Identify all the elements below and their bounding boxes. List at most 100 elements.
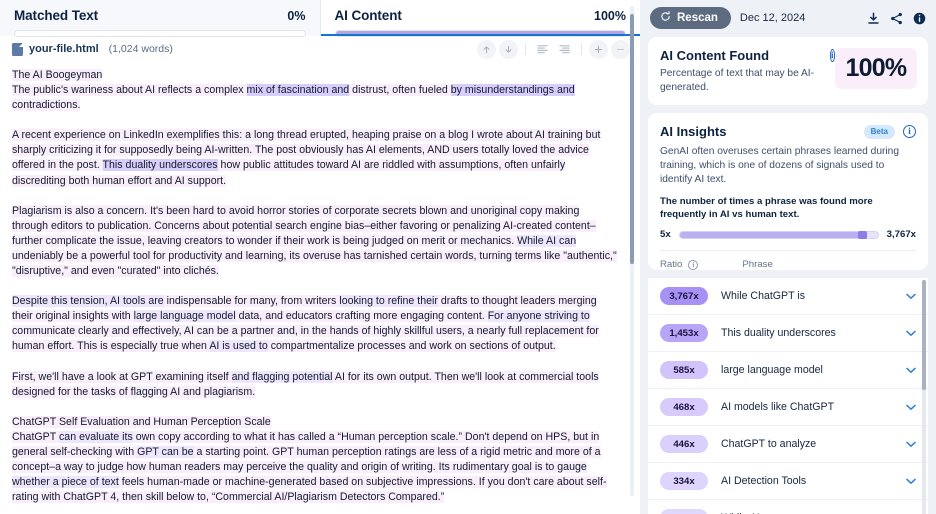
app-root: Matched Text 0% AI Content 100% your-fil…	[0, 0, 936, 514]
highlighted-phrase: and flagging potential	[231, 370, 333, 383]
matched-text-run: Plagiarism is also a concern. It's been …	[12, 204, 596, 247]
column-header-ratio: Ratio	[660, 259, 683, 271]
share-icon[interactable]	[890, 12, 903, 25]
result-tabs: Matched Text 0% AI Content 100%	[0, 0, 640, 37]
slider-min-label: 5x	[660, 229, 671, 241]
ai-content-progress	[334, 30, 626, 37]
matched-text-run: data, and educators crafting more engagi…	[235, 310, 488, 323]
phrase-text: AI models like ChatGPT	[721, 401, 835, 414]
column-header-phrase: Phrase	[742, 259, 773, 271]
tab-ai-content-percent: 100%	[594, 8, 626, 23]
zoom-in-icon[interactable]	[589, 39, 608, 59]
align-right-icon[interactable]	[555, 40, 574, 59]
info-icon[interactable]: i	[903, 125, 916, 138]
matched-text-run: distrust, often fueled	[349, 84, 451, 97]
slider-track[interactable]	[678, 230, 879, 239]
zoom-out-icon[interactable]	[611, 39, 630, 59]
matched-text-run: ChatGPT	[12, 430, 59, 443]
phrase-row[interactable]: 446x ChatGPT to analyze	[648, 426, 928, 464]
toolbar-separator	[525, 43, 526, 55]
toolbar-separator	[581, 43, 582, 55]
phrase-row[interactable]: 1,453x This duality underscores	[648, 315, 928, 353]
phrase-row[interactable]: 164xWhile AI can	[648, 500, 928, 514]
document-text[interactable]: The AI Boogeyman The public's wariness ab…	[0, 62, 640, 514]
document-paragraph: ChatGPT Self Evaluation and Human Percep…	[12, 415, 618, 506]
ai-content-found-subtitle: Percentage of text that may be AI-genera…	[660, 68, 815, 93]
rescan-button[interactable]: Rescan	[650, 7, 731, 29]
slider-max-label: 3,767x	[886, 229, 916, 241]
chevron-down-icon[interactable]	[906, 435, 916, 453]
tab-ai-content[interactable]: AI Content 100%	[320, 0, 640, 37]
document-paragraph: The AI Boogeyman The public's wariness ab…	[12, 68, 618, 113]
chevron-down-icon[interactable]	[906, 472, 916, 490]
highlighted-phrase: large language model	[133, 310, 236, 323]
chevron-down-icon[interactable]	[906, 509, 916, 514]
highlighted-phrase: can evaluate its	[59, 430, 133, 443]
highlighted-phrase: For anyone striving to	[487, 310, 590, 323]
tab-ai-content-label: AI Content	[334, 8, 402, 23]
chevron-down-icon[interactable]	[906, 361, 916, 379]
document-toolbar: your-file.html (1,024 words)	[0, 36, 640, 62]
phrase-ratio-badge: 1,453x	[660, 324, 708, 343]
matched-text-run: indispensable for many, from writers	[163, 295, 340, 308]
document-scrollbar[interactable]	[630, 6, 634, 496]
ai-insights-title: AI Insights	[660, 124, 727, 139]
highlighted-phrase: GPT can be	[137, 445, 194, 458]
phrase-row[interactable]: 468x AI models like ChatGPT	[648, 389, 928, 427]
tab-matched-text[interactable]: Matched Text 0%	[0, 0, 320, 37]
highlighted-phrase: whether a piece of text	[12, 476, 119, 489]
tab-matched-text-percent: 0%	[287, 8, 306, 23]
phrase-table-header: Ratio i Phrase	[660, 250, 916, 270]
file-icon	[12, 42, 23, 56]
scan-date: Dec 12, 2024	[739, 12, 806, 24]
matched-text-run: The public's wariness about AI reflects …	[12, 84, 247, 97]
phrase-row[interactable]: 3,767x While ChatGPT is	[648, 278, 928, 316]
align-left-icon[interactable]	[533, 40, 552, 59]
chevron-down-icon[interactable]	[906, 287, 916, 305]
info-icon[interactable]: i	[688, 259, 699, 270]
phrase-ratio-badge: 3,767x	[660, 287, 708, 306]
arrow-down-icon[interactable]	[499, 39, 518, 59]
toolbar-buttons	[477, 39, 630, 59]
highlighted-phrase: mix of fascination and	[246, 84, 350, 97]
matched-text-run: First, we'll have a look at GPT examinin…	[12, 370, 232, 383]
phrase-ratio-badge: 468x	[660, 398, 708, 417]
matched-text-progress	[14, 30, 306, 37]
matched-text-run: ChatGPT Self Evaluation and Human Percep…	[12, 415, 271, 428]
phrase-list[interactable]: 3,767x While ChatGPT is 1,453x This duality…	[648, 278, 928, 514]
slider-fill	[679, 231, 864, 238]
phrase-text: large language model	[721, 364, 823, 377]
phrase-text: AI Detection Tools	[721, 475, 807, 488]
refresh-icon	[660, 11, 671, 25]
document-paragraph: First, we'll have a look at GPT examinin…	[12, 370, 618, 400]
matched-text-run: The AI Boogeyman	[12, 69, 103, 81]
info-icon[interactable]	[913, 12, 926, 25]
document-paragraph: Despite this tension, AI tools are indis…	[12, 294, 618, 354]
phrase-text: ChatGPT to analyze	[721, 438, 817, 451]
info-icon[interactable]: i	[830, 49, 835, 62]
chevron-down-icon[interactable]	[906, 398, 916, 416]
phrase-list-scrollbar[interactable]	[922, 280, 926, 514]
ai-insights-card: AI Insights Beta i GenAI often overuses …	[648, 113, 928, 271]
matched-text-run: contradictions.	[12, 99, 81, 112]
phrase-ratio-badge: 334x	[660, 472, 708, 491]
phrase-row[interactable]: 585x large language model	[648, 352, 928, 390]
file-name: your-file.html	[29, 43, 99, 55]
highlighted-phrase: This duality underscores	[102, 159, 218, 172]
document-paragraph: A recent experience on LinkedIn exemplif…	[12, 128, 618, 188]
download-icon[interactable]	[867, 12, 880, 25]
rescan-label: Rescan	[677, 12, 718, 24]
highlighted-phrase: AI is used to	[209, 340, 268, 353]
phrase-ratio-badge: 585x	[660, 361, 708, 380]
chevron-down-icon[interactable]	[906, 324, 916, 342]
ratio-range-slider[interactable]: 5x 3,767x	[660, 229, 916, 240]
phrase-row[interactable]: 334x AI Detection Tools	[648, 463, 928, 501]
matched-text-run: compartmentalize processes and work on s…	[267, 340, 556, 353]
highlighted-phrase: While AI can	[517, 234, 577, 247]
slider-handle[interactable]	[857, 230, 867, 239]
insights-panel: Rescan Dec 12, 2024 AI Content Found Per…	[640, 0, 936, 514]
arrow-up-icon[interactable]	[477, 39, 496, 59]
ai-insights-note: The number of times a phrase was found m…	[660, 196, 873, 221]
panel-header: Rescan Dec 12, 2024	[648, 7, 928, 37]
phrase-text: This duality underscores	[721, 327, 836, 340]
